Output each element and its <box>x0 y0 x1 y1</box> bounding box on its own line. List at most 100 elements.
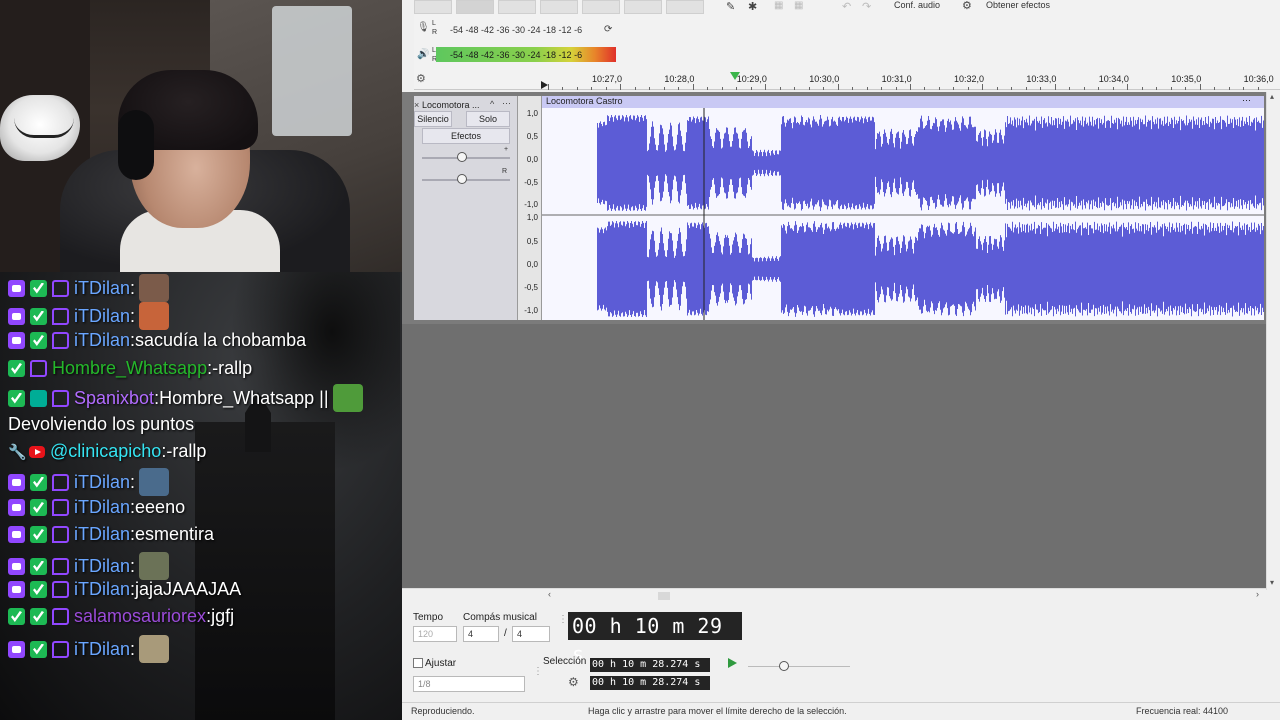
waveform[interactable] <box>542 108 1264 320</box>
silence-icon[interactable]: ▦ <box>794 0 803 11</box>
tempo-input[interactable]: 120 <box>413 626 457 642</box>
scale-label: 0,5 <box>526 237 538 246</box>
timeline-ruler[interactable]: ⚙ 10:27,0 10:28,0 10:29,0 10:30,0 10:31,0 10:… <box>414 70 1280 90</box>
chat-username[interactable]: iTDilan <box>74 639 130 660</box>
get-effects-button[interactable]: Obtener efectos <box>986 0 1050 10</box>
toolbar-button[interactable] <box>666 0 704 14</box>
chat-username[interactable]: @clinicapicho <box>50 441 161 462</box>
ruler-tick-mark <box>649 87 651 90</box>
microphone-icon[interactable]: 🎙 <box>417 22 430 33</box>
yt-badge-icon <box>29 445 45 458</box>
horizontal-scroll-thumb[interactable] <box>658 592 670 600</box>
screen: iTDilan: iTDilan: iTDilan: sacudía la ch… <box>0 0 1280 720</box>
time-signature-denominator[interactable]: 4 <box>512 626 550 642</box>
empty-track-area[interactable] <box>402 324 1266 588</box>
undo-icon[interactable]: ↶ <box>842 0 851 13</box>
ruler-tick-mark <box>1243 87 1245 90</box>
scale-label: -1,0 <box>524 200 538 209</box>
chat-username[interactable]: iTDilan <box>74 524 130 545</box>
record-meter-scale[interactable]: -54 -48 -42 -36 -30 -24 -18 -12 -6 <box>450 25 582 35</box>
audio-setup-button[interactable]: Conf. audio <box>894 0 940 10</box>
chat-message: iTDilan: <box>8 274 170 302</box>
toolbar-button[interactable] <box>498 0 536 14</box>
collapse-icon[interactable]: ^ <box>490 99 494 109</box>
play-at-speed-icon[interactable] <box>728 658 737 668</box>
ruler-tick-mark <box>1141 87 1143 90</box>
playhead-marker[interactable] <box>730 72 740 80</box>
toolbar-button[interactable] <box>456 0 494 14</box>
snap-select[interactable]: 1/8 <box>413 676 525 692</box>
scroll-down-icon[interactable]: ▾ <box>1270 578 1274 587</box>
snap-label: Ajustar <box>425 658 457 669</box>
chat-username[interactable]: iTDilan <box>74 278 130 299</box>
multi-tool-icon[interactable]: ✱ <box>748 0 757 13</box>
ruler-tick-label: 10:32,0 <box>954 74 985 84</box>
effects-button[interactable]: Efectos <box>422 128 510 144</box>
amplitude-scale[interactable]: 1,0 0,5 0,0 -0,5 -1,0 1,0 0,5 0,0 -0,5 -… <box>518 96 542 320</box>
record-channel-l: L <box>432 20 436 27</box>
selection-options-icon[interactable]: ⚙ <box>568 675 579 689</box>
ruler-tick-mark <box>1170 87 1172 90</box>
pan-right-label: R <box>502 168 508 175</box>
scale-label: -0,5 <box>524 178 538 187</box>
record-meter-reset-icon[interactable]: ⟳ <box>604 24 612 35</box>
horizontal-scrollbar[interactable]: ‹ › <box>402 588 1266 602</box>
audio-clip[interactable]: Locomotora Castro ⋯ <box>542 95 1264 320</box>
chat-username[interactable]: Spanixbot <box>74 388 154 409</box>
chat-username[interactable]: iTDilan <box>74 330 130 351</box>
snap-checkbox[interactable] <box>413 658 423 668</box>
chat-username[interactable]: iTDilan <box>74 306 130 327</box>
scroll-left-icon[interactable]: ‹ <box>548 589 551 599</box>
redo-icon[interactable]: ↷ <box>862 0 871 13</box>
gain-slider-thumb[interactable] <box>457 152 467 162</box>
ruler-tick-mark <box>924 87 926 90</box>
vip-badge-icon <box>8 608 25 625</box>
play-region-start-marker[interactable] <box>541 81 548 89</box>
time-display[interactable]: 00 h 10 m 29 s <box>568 612 742 666</box>
track-menu-icon[interactable]: ⋯ <box>502 98 511 109</box>
chat-emote <box>139 552 170 580</box>
track-control-panel[interactable]: × Locomotora ... ^ ⋯ Silencio Solo Efect… <box>414 96 518 320</box>
toolbar-button[interactable] <box>582 0 620 14</box>
clip-menu-icon[interactable]: ⋯ <box>1242 95 1251 106</box>
chat-username[interactable]: iTDilan <box>74 579 130 600</box>
headset <box>118 110 154 180</box>
draw-tool-icon[interactable]: ✎ <box>726 0 735 13</box>
track-name[interactable]: Locomotora ... <box>422 100 480 110</box>
vip-badge-icon <box>30 557 47 575</box>
toolbar-button[interactable] <box>414 0 452 14</box>
solo-button[interactable]: Solo <box>466 111 510 127</box>
drag-handle-icon[interactable]: ⋮ <box>558 614 568 625</box>
pan-slider-thumb[interactable] <box>457 174 467 184</box>
ruler-tick-mark <box>548 84 549 90</box>
play-speed-thumb[interactable] <box>779 661 789 671</box>
selection-start-time[interactable]: 00 h 10 m 28.274 s <box>590 658 710 672</box>
scroll-right-icon[interactable]: › <box>1256 589 1259 599</box>
play-speed-slider[interactable] <box>748 666 850 667</box>
chat-message: iTDilan: <box>8 635 170 663</box>
chat-username[interactable]: iTDilan <box>74 556 130 577</box>
scroll-up-icon[interactable]: ▴ <box>1270 92 1274 101</box>
drag-handle-icon[interactable]: ⋮ <box>533 666 543 677</box>
trim-icon[interactable]: ▦ <box>774 0 783 11</box>
track-close-icon[interactable]: × <box>414 100 419 110</box>
timeline-options-icon[interactable]: ⚙ <box>416 72 426 85</box>
chat-username[interactable]: Hombre_Whatsapp <box>52 358 207 379</box>
toolbar-button[interactable] <box>624 0 662 14</box>
ruler-tick-label: 10:33,0 <box>1026 74 1057 84</box>
chat-username[interactable]: iTDilan <box>74 497 130 518</box>
chat-emote <box>139 635 170 663</box>
mute-button[interactable]: Silencio <box>414 111 452 127</box>
toolbar-button[interactable] <box>540 0 578 14</box>
chat-username[interactable]: iTDilan <box>74 472 130 493</box>
speaker-icon[interactable]: 🔊 <box>417 49 429 60</box>
vip-badge-icon <box>8 360 25 377</box>
clip-title-bar[interactable]: Locomotora Castro ⋯ <box>542 95 1264 108</box>
selection-end-time[interactable]: 00 h 10 m 28.274 s <box>590 676 710 690</box>
chat-username[interactable]: salamosauriorex <box>74 606 206 627</box>
ruler-tick-mark <box>692 84 694 90</box>
sub-badge-icon <box>8 332 25 349</box>
twitch-badge-icon <box>30 360 47 377</box>
time-signature-numerator[interactable]: 4 <box>463 626 499 642</box>
vertical-scrollbar[interactable]: ▴ ▾ <box>1266 92 1280 590</box>
